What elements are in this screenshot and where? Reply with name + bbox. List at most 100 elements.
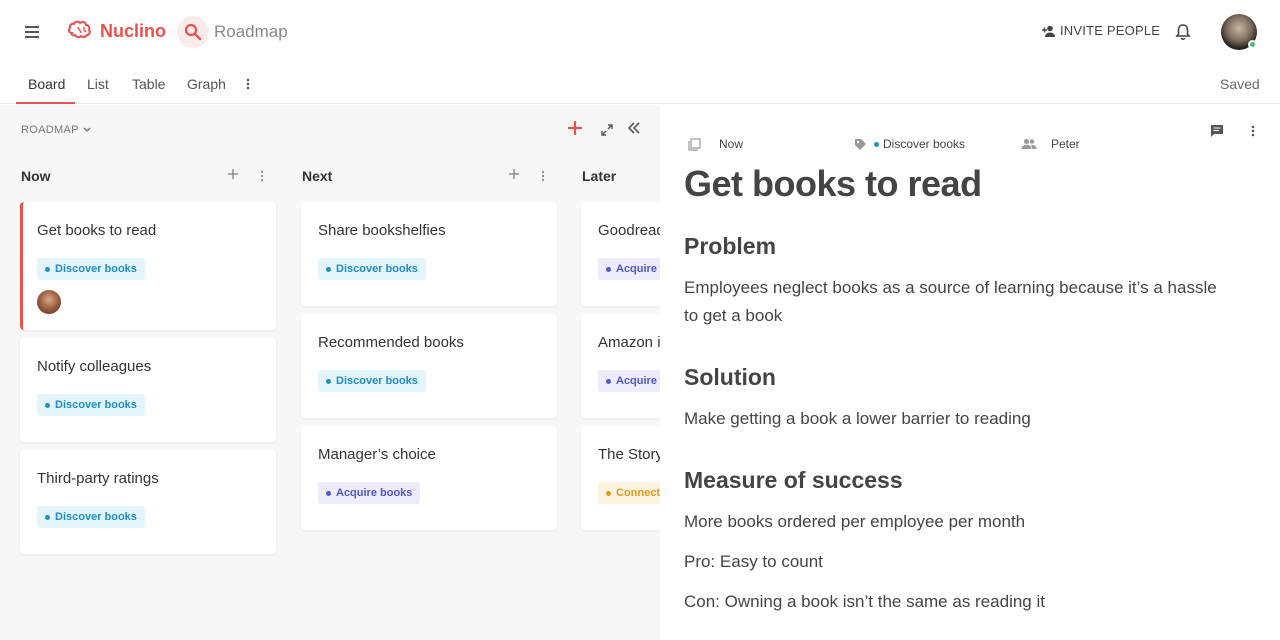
search-icon [184,23,202,41]
tab-board[interactable]: Board [28,76,65,92]
more-vert-icon [246,78,250,90]
tag-icon [855,138,866,150]
tag-label: Discover books [55,511,137,523]
tag-dot [326,266,331,272]
column-header-now: Now [21,168,51,184]
brain-logo-icon [67,20,91,39]
tag-dot [45,514,50,520]
column-add-button[interactable] [227,167,239,185]
comments-button[interactable] [1210,124,1224,143]
collapse-panel-button[interactable] [627,121,641,140]
tag-label: Discover books [336,263,418,275]
card[interactable]: Share bookshelfies Discover books [301,202,557,306]
card-tag[interactable]: Connect [598,482,660,504]
more-vert-icon [1251,125,1255,137]
card-title: Goodreads [598,222,660,239]
tab-graph[interactable]: Graph [187,76,226,92]
column-more-button[interactable] [539,169,547,187]
tag-dot [326,490,331,496]
card[interactable]: Recommended books Discover books [301,314,557,418]
card-tag[interactable]: Acquire books [598,370,660,392]
item-title[interactable]: Get books to read [684,163,982,205]
more-vert-icon [260,170,264,182]
assignee-avatar [37,290,61,314]
tab-list[interactable]: List [87,76,109,92]
card[interactable]: Third-party ratings Discover books [20,450,276,554]
card-title: The Story [598,446,660,463]
card[interactable]: The Story Connect [581,426,660,530]
app-logo[interactable]: Nuclino [66,19,166,43]
tag-dot [45,266,50,272]
card[interactable]: Goodreads Acquire books [581,202,660,306]
collapse-icon [627,122,640,134]
search-button[interactable] [177,16,209,48]
active-tab-indicator [16,102,75,104]
item-detail-panel: Now Discover books Peter Get books to re… [660,105,1280,640]
card-tag[interactable]: Discover books [37,394,145,416]
app-name: Nuclino [100,20,166,41]
add-item-button[interactable] [567,120,583,141]
card[interactable]: Amazon i Acquire books [581,314,660,418]
save-status: Saved [1220,76,1260,92]
card-title: Recommended books [318,334,464,351]
card-tag[interactable]: Acquire books [318,482,421,504]
section-heading: Problem [684,233,777,259]
card-tag[interactable]: Discover books [37,258,145,280]
chevron-down-icon [83,127,91,132]
board-panel: ROADMAP Now Next Later Get books to read… [0,105,660,640]
tag-label: Discover books [55,399,137,411]
tab-table[interactable]: Table [132,76,165,92]
section-paragraph: Con: Owning a book isn’t the same as rea… [684,592,1045,611]
section-heading: Solution [684,364,776,390]
plus-icon [568,121,582,135]
section-heading: Measure of success [684,467,903,493]
card-title: Get books to read [37,222,157,239]
tag-label: Connect [616,487,660,499]
card-title: Third-party ratings [37,470,159,487]
invite-people-button[interactable]: INVITE PEOPLE [1042,23,1160,38]
card[interactable]: Notify colleagues Discover books [20,338,276,442]
tag-dot [874,141,879,147]
bell-icon [1175,24,1191,40]
meta-assignee[interactable]: Peter [1021,137,1080,151]
card-title: Share bookshelfies [318,222,446,239]
tag-dot [45,402,50,408]
people-icon [1021,139,1037,149]
meta-column[interactable]: Now [688,137,743,151]
column-more-button[interactable] [258,169,266,187]
tag-label: Discover books [336,375,418,387]
card-tag[interactable]: Acquire books [598,258,660,280]
card-title: Notify colleagues [37,358,152,375]
collection-label: ROADMAP [21,124,79,136]
online-status-dot [1248,40,1257,49]
tag-label: Acquire books [336,487,413,499]
expand-icon [601,124,613,136]
card[interactable]: Get books to read Discover books [20,202,276,330]
view-tabs: Board List Table Graph Saved [0,64,1280,104]
menu-icon[interactable] [22,23,42,41]
workspace-title[interactable]: Roadmap [214,22,288,42]
section-paragraph: Make getting a book a lower barrier to r… [684,409,1031,428]
card-tag[interactable]: Discover books [318,258,426,280]
card[interactable]: Manager’s choice Acquire books [301,426,557,530]
notifications-button[interactable] [1175,23,1191,46]
expand-button[interactable] [601,123,613,141]
tabs-more-button[interactable] [244,77,252,96]
comment-icon [1211,125,1223,137]
doc-icon [688,137,701,151]
tag-dot [606,378,611,384]
more-vert-icon [541,170,545,182]
tag-label: Discover books [55,263,137,275]
card-tag[interactable]: Discover books [318,370,426,392]
collection-selector[interactable]: ROADMAP [21,124,92,136]
detail-more-button[interactable] [1249,124,1257,143]
add-person-icon [1042,25,1055,37]
invite-label: INVITE PEOPLE [1060,23,1161,38]
section-paragraph: Employees neglect books as a source of l… [684,278,1217,325]
meta-tag[interactable]: Discover books [854,137,965,151]
card-title: Manager’s choice [318,446,436,463]
card-tag[interactable]: Discover books [37,506,145,528]
tag-label: Acquire books [616,263,660,275]
column-add-button[interactable] [508,167,520,185]
plus-icon [509,169,519,179]
